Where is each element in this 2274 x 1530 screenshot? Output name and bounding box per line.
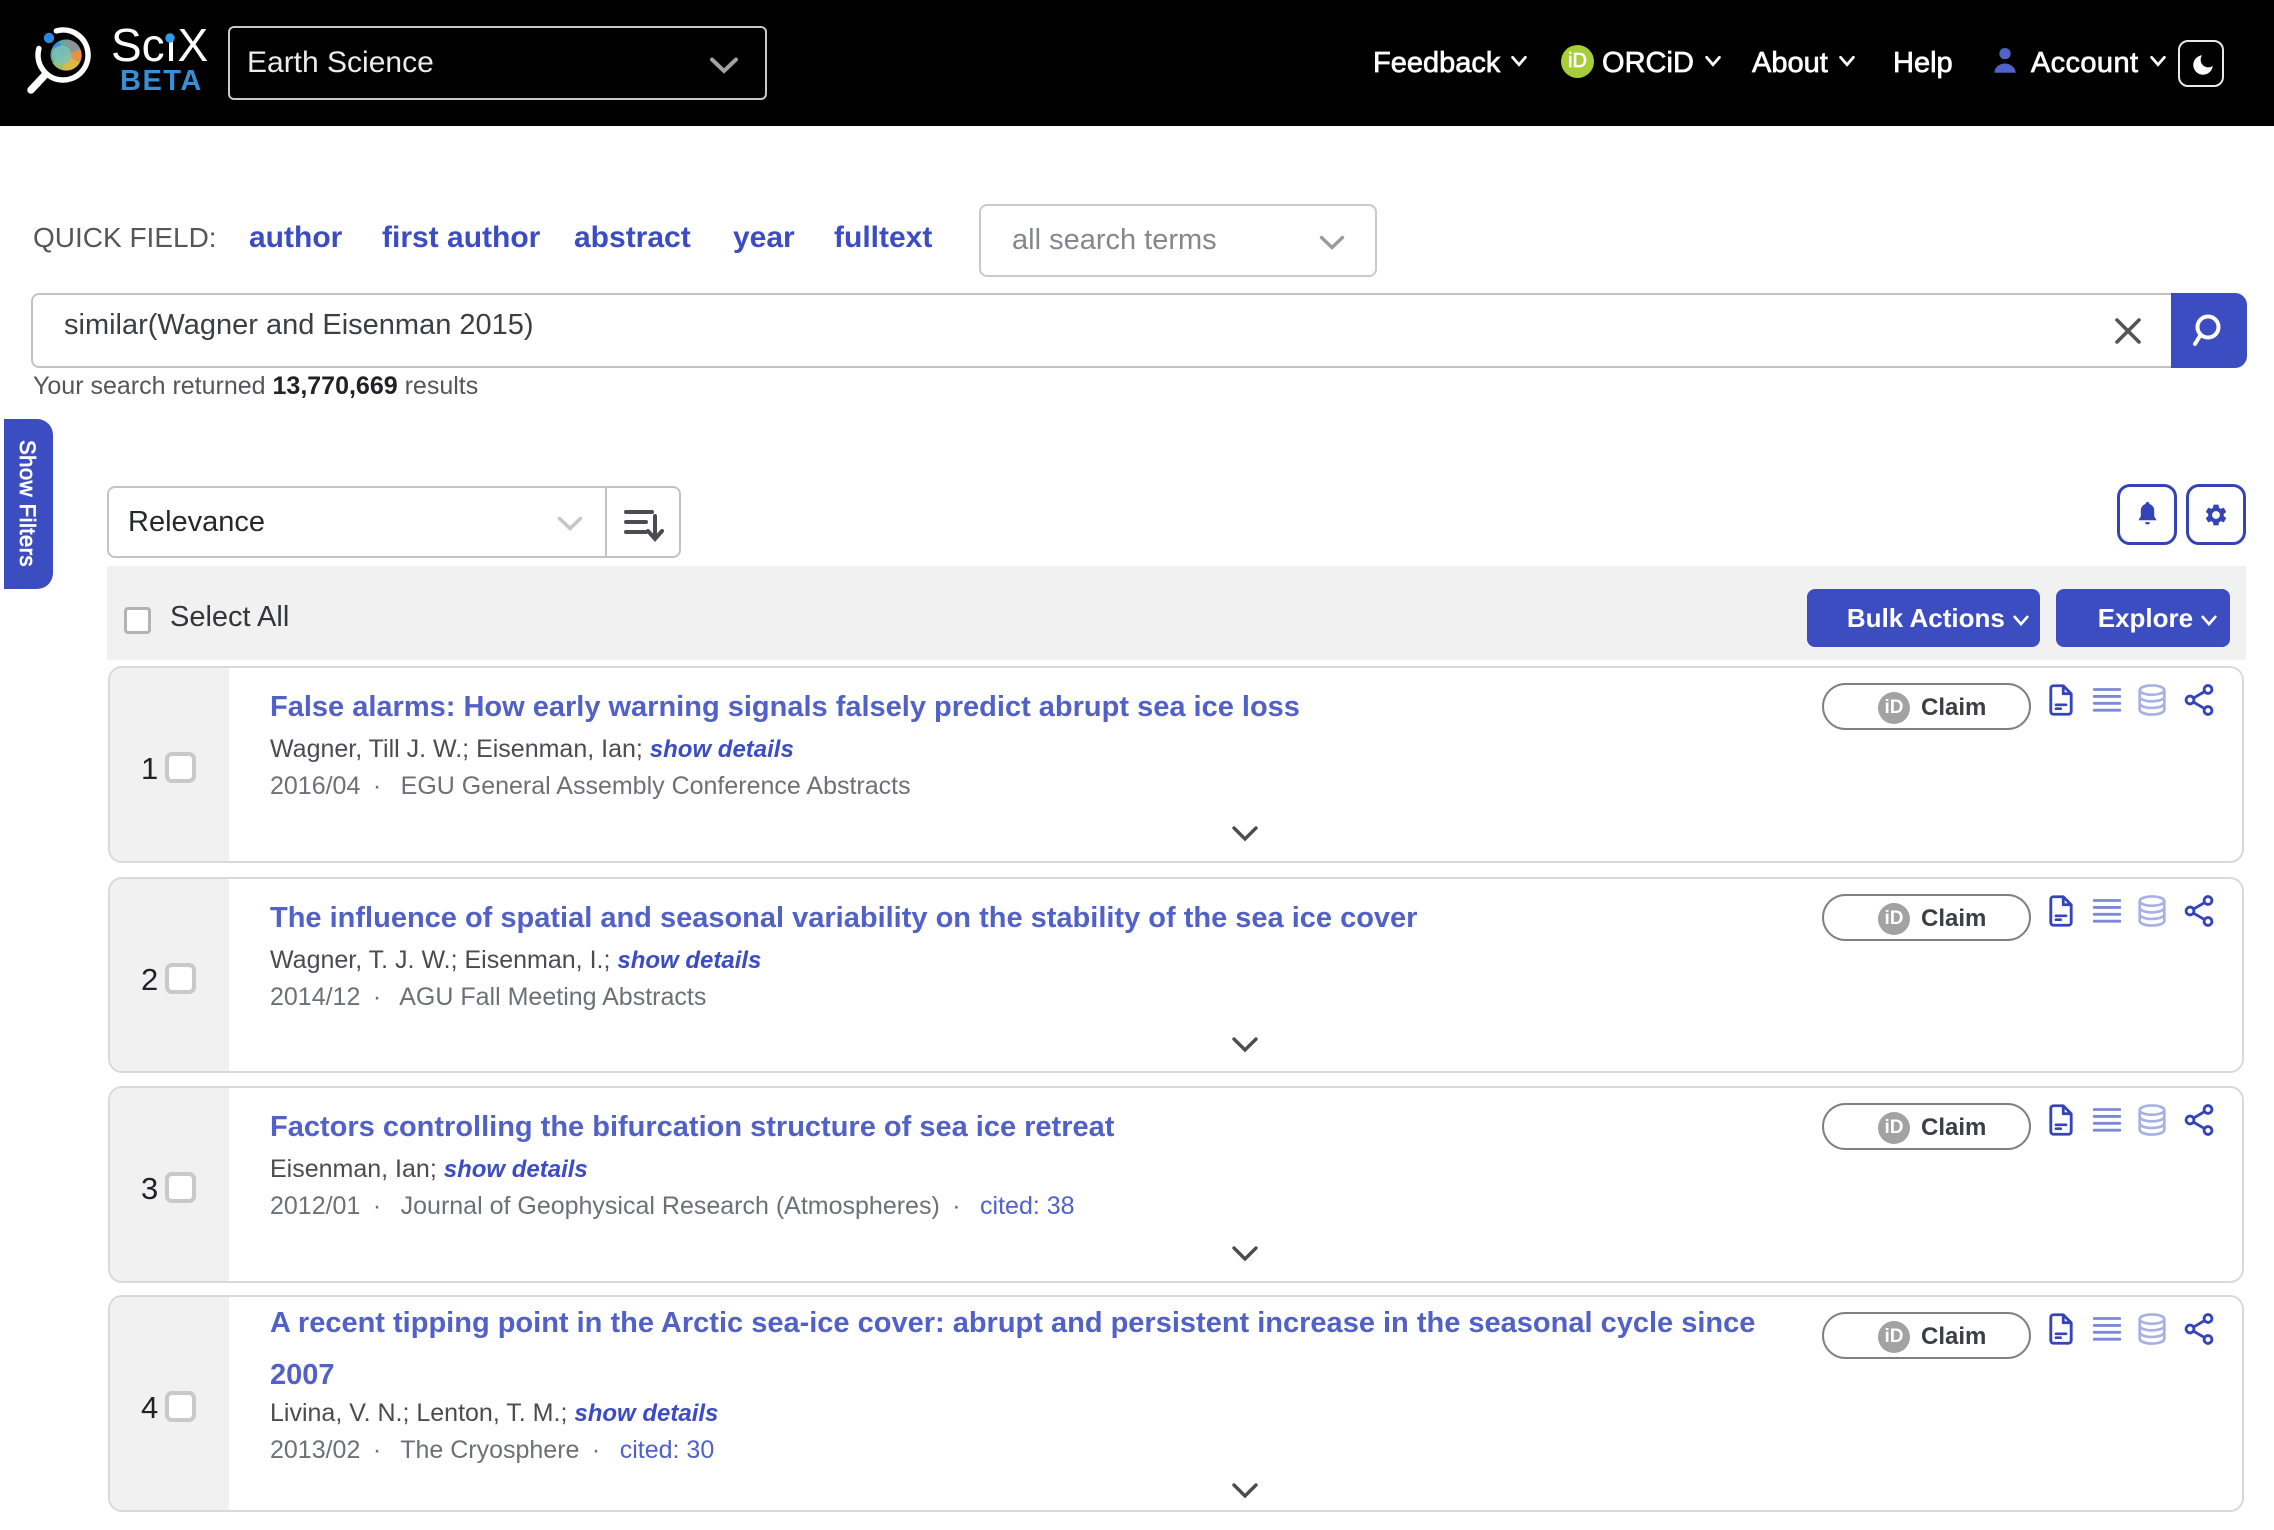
svg-text:ScıX: ScıX (111, 19, 208, 71)
svg-text:BETA: BETA (120, 65, 203, 97)
